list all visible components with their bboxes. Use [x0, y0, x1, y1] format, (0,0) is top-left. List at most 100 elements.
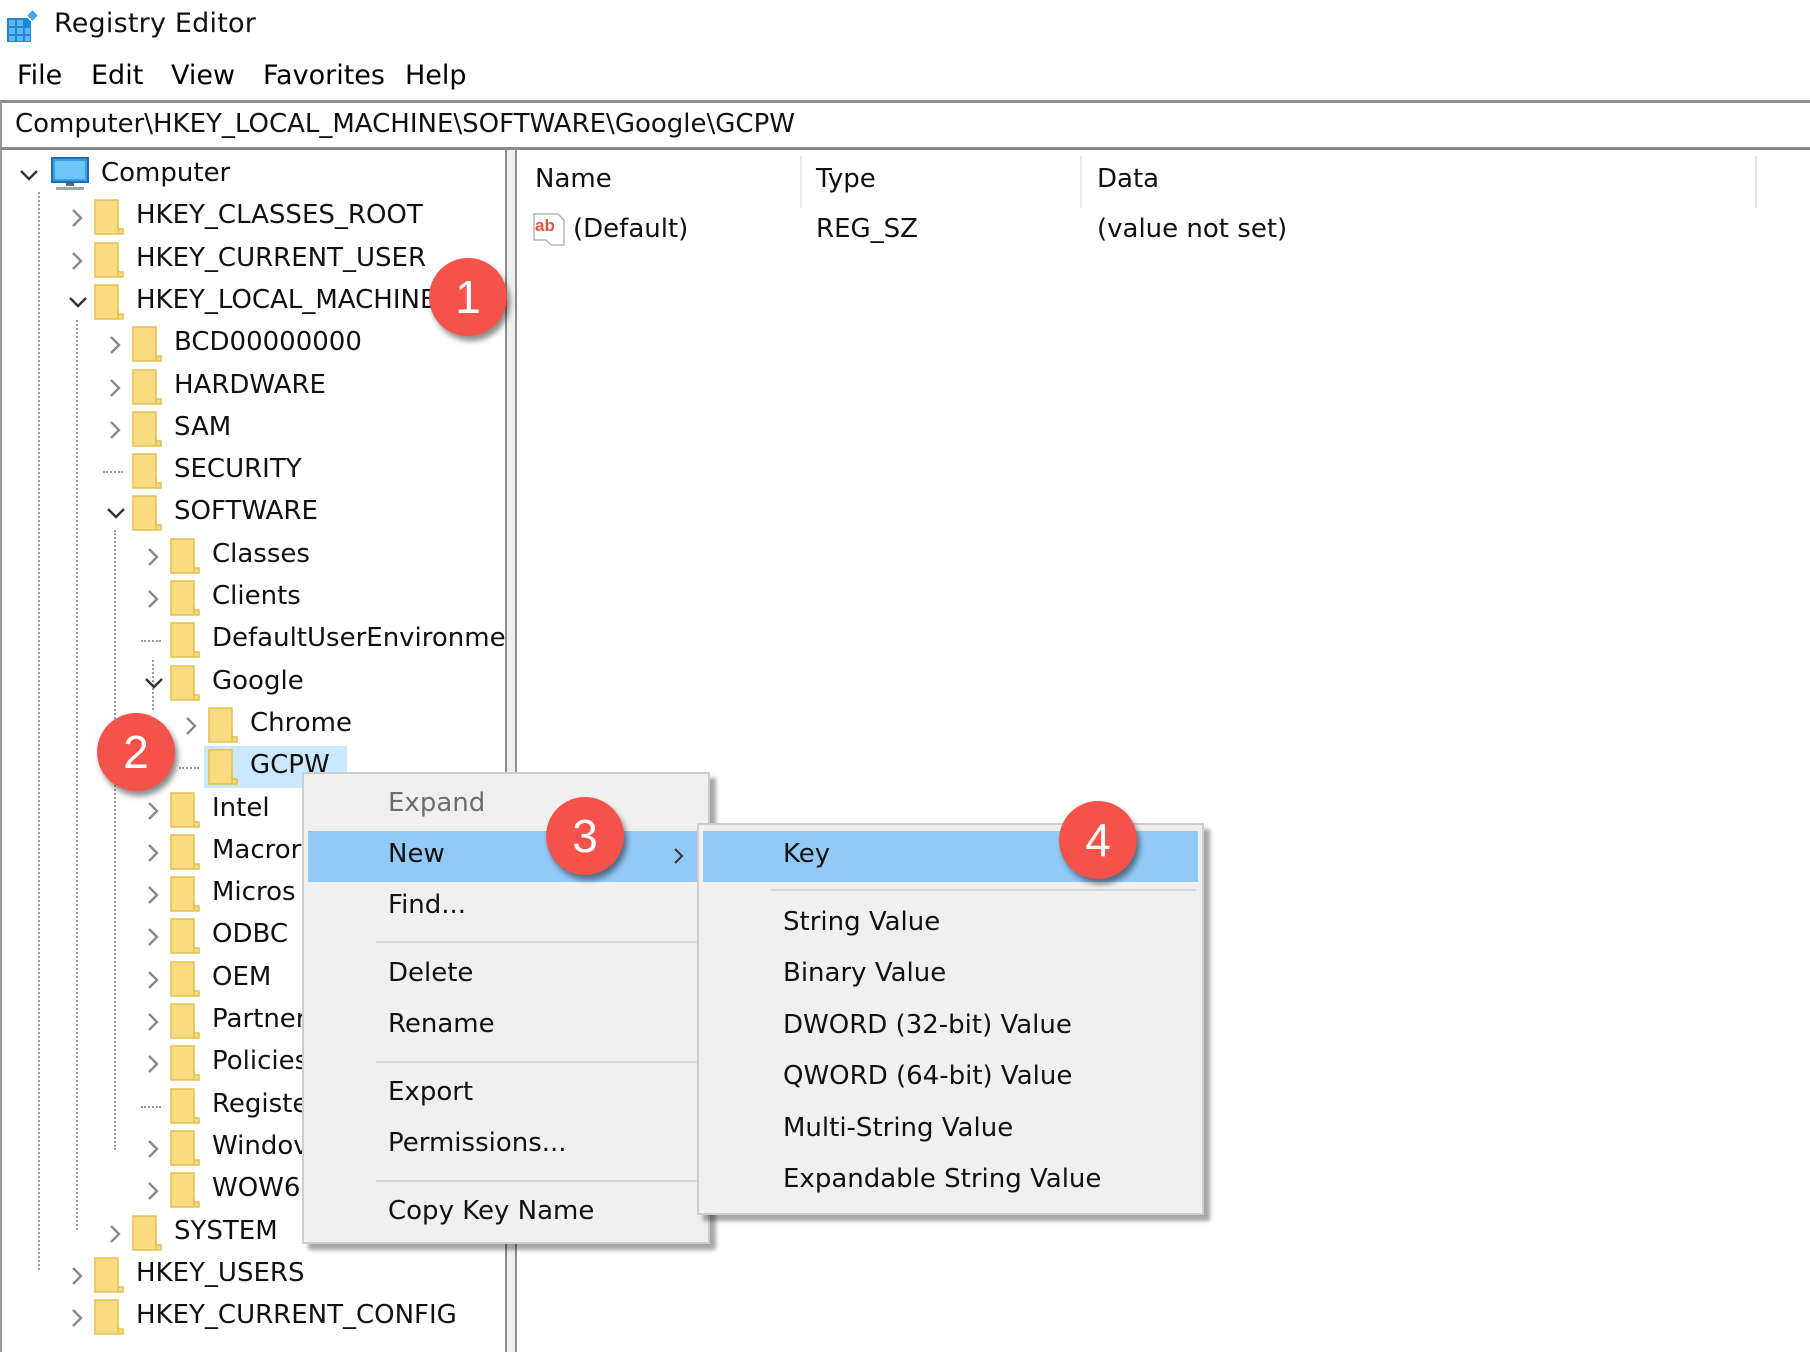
chevron-right-icon[interactable]: [105, 419, 125, 439]
tree-node[interactable]: HKEY_LOCAL_MACHINE: [2, 281, 502, 323]
tree-node[interactable]: HKEY_CLASSES_ROOT: [2, 196, 502, 238]
tree-node-label: Registe: [212, 1088, 309, 1119]
column-header-type[interactable]: Type: [816, 164, 876, 194]
window-title: Registry Editor: [54, 8, 257, 39]
menu-separator: [771, 889, 1196, 891]
folder-icon: [132, 326, 162, 362]
chevron-right-icon[interactable]: [143, 800, 163, 820]
folder-icon: [170, 960, 200, 997]
menu-favorites[interactable]: Favorites: [263, 60, 385, 91]
folder-icon: [170, 1003, 200, 1039]
chevron-right-icon[interactable]: [143, 842, 163, 862]
step-badge-4: 4: [1059, 801, 1137, 879]
address-path[interactable]: Computer\HKEY_LOCAL_MACHINE\SOFTWARE\Goo…: [15, 109, 795, 139]
submenu-item-qword-value[interactable]: QWORD (64-bit) Value: [703, 1053, 1198, 1104]
chevron-right-icon[interactable]: [105, 377, 125, 397]
menu-item-label: Key: [783, 839, 831, 869]
tree-node-label: HKEY_LOCAL_MACHINE: [136, 284, 437, 315]
submenu-item-expandable-string-value[interactable]: Expandable String Value: [703, 1156, 1198, 1207]
chevron-right-icon[interactable]: [67, 1265, 87, 1285]
address-bar[interactable]: Computer\HKEY_LOCAL_MACHINE\SOFTWARE\Goo…: [0, 100, 1810, 150]
chevron-right-icon[interactable]: [143, 884, 163, 904]
menu-item-new[interactable]: New: [308, 831, 704, 882]
tree-node[interactable]: Chrome: [2, 704, 502, 746]
submenu-item-dword-value[interactable]: DWORD (32-bit) Value: [703, 1002, 1198, 1053]
tree-node[interactable]: SECURITY: [2, 450, 502, 492]
chevron-right-icon[interactable]: [143, 969, 163, 989]
chevron-right-icon[interactable]: [143, 546, 163, 566]
column-header-data[interactable]: Data: [1097, 164, 1159, 194]
tree-node-label: Policies: [212, 1046, 309, 1077]
tree-connector: [141, 1105, 161, 1108]
chevron-down-icon[interactable]: [18, 165, 38, 185]
tree-node[interactable]: Classes: [2, 535, 502, 577]
tree-node[interactable]: BCD00000000: [2, 323, 502, 365]
folder-icon: [170, 622, 200, 659]
menu-separator: [376, 1180, 702, 1182]
tree-node[interactable]: DefaultUserEnvironmen: [2, 619, 522, 661]
menu-item-label: Permissions...: [388, 1128, 567, 1158]
folder-icon: [208, 707, 238, 743]
chevron-right-icon[interactable]: [67, 1307, 87, 1327]
chevron-down-icon[interactable]: [105, 503, 125, 523]
chevron-right-icon[interactable]: [105, 334, 125, 355]
menu-edit[interactable]: Edit: [91, 60, 143, 91]
tree-node-label: Partner: [212, 1004, 307, 1034]
new-submenu: Key String Value Binary Value DWORD (32-…: [697, 823, 1204, 1215]
tree-node-label: HKEY_CURRENT_CONFIG: [136, 1300, 457, 1331]
chevron-right-icon[interactable]: [143, 1138, 163, 1158]
menu-item-expand[interactable]: Expand: [308, 780, 704, 831]
chevron-right-icon[interactable]: [143, 926, 163, 947]
tree-connector: [179, 767, 199, 770]
menu-file[interactable]: File: [17, 60, 62, 91]
chevron-right-icon[interactable]: [143, 1053, 163, 1074]
tree-node-label: SYSTEM: [174, 1215, 278, 1246]
menu-item-copy-key-name[interactable]: Copy Key Name: [308, 1188, 704, 1239]
folder-icon: [94, 284, 124, 320]
menu-view[interactable]: View: [171, 60, 235, 91]
menu-item-label: Copy Key Name: [388, 1196, 595, 1226]
menu-help[interactable]: Help: [405, 60, 467, 91]
folder-icon: [170, 1130, 200, 1166]
string-value-icon: ab: [533, 213, 565, 246]
chevron-right-icon[interactable]: [181, 715, 201, 735]
chevron-right-icon[interactable]: [67, 250, 87, 270]
tree-node-label: Intel: [212, 792, 270, 823]
menu-item-permissions[interactable]: Permissions...: [308, 1120, 704, 1171]
submenu-item-multi-string-value[interactable]: Multi-String Value: [703, 1105, 1198, 1156]
submenu-item-string-value[interactable]: String Value: [703, 899, 1198, 950]
chevron-right-icon[interactable]: [143, 1180, 163, 1201]
chevron-right-icon[interactable]: [105, 1223, 125, 1243]
submenu-item-binary-value[interactable]: Binary Value: [703, 950, 1198, 1001]
column-header-name[interactable]: Name: [535, 164, 612, 194]
tree-node-label: DefaultUserEnvironmen: [212, 623, 523, 654]
tree-node[interactable]: SOFTWARE: [2, 492, 502, 534]
menu-item-label: Find...: [388, 890, 467, 920]
tree-node-computer[interactable]: Computer: [2, 154, 502, 196]
folder-icon: [132, 495, 162, 532]
menu-item-rename[interactable]: Rename: [308, 1001, 704, 1052]
column-divider[interactable]: [1080, 156, 1082, 208]
menu-item-delete[interactable]: Delete: [308, 950, 704, 1001]
tree-node[interactable]: HKEY_CURRENT_CONFIG: [2, 1296, 502, 1338]
tree-node[interactable]: HKEY_USERS: [2, 1254, 502, 1296]
tree-node[interactable]: SAM: [2, 408, 502, 450]
column-divider[interactable]: [1755, 156, 1757, 208]
tree-node[interactable]: Clients: [2, 577, 502, 619]
chevron-right-icon[interactable]: [67, 207, 87, 228]
chevron-right-icon[interactable]: [143, 588, 163, 608]
chevron-right-icon[interactable]: [143, 1011, 163, 1031]
tree-node[interactable]: HARDWARE: [2, 366, 502, 408]
menu-item-find[interactable]: Find...: [308, 882, 704, 933]
chevron-down-icon[interactable]: [143, 673, 163, 693]
tree-node[interactable]: HKEY_CURRENT_USER: [2, 239, 502, 281]
column-divider[interactable]: [800, 156, 802, 208]
menu-separator: [376, 1061, 702, 1063]
chevron-down-icon[interactable]: [67, 292, 87, 312]
menu-item-label: Multi-String Value: [783, 1113, 1014, 1143]
tree-connector: [141, 640, 161, 643]
tree-node[interactable]: Google: [2, 662, 502, 704]
menu-item-export[interactable]: Export: [308, 1069, 704, 1120]
folder-icon: [94, 1257, 124, 1293]
tree-node-label: Clients: [212, 581, 301, 611]
